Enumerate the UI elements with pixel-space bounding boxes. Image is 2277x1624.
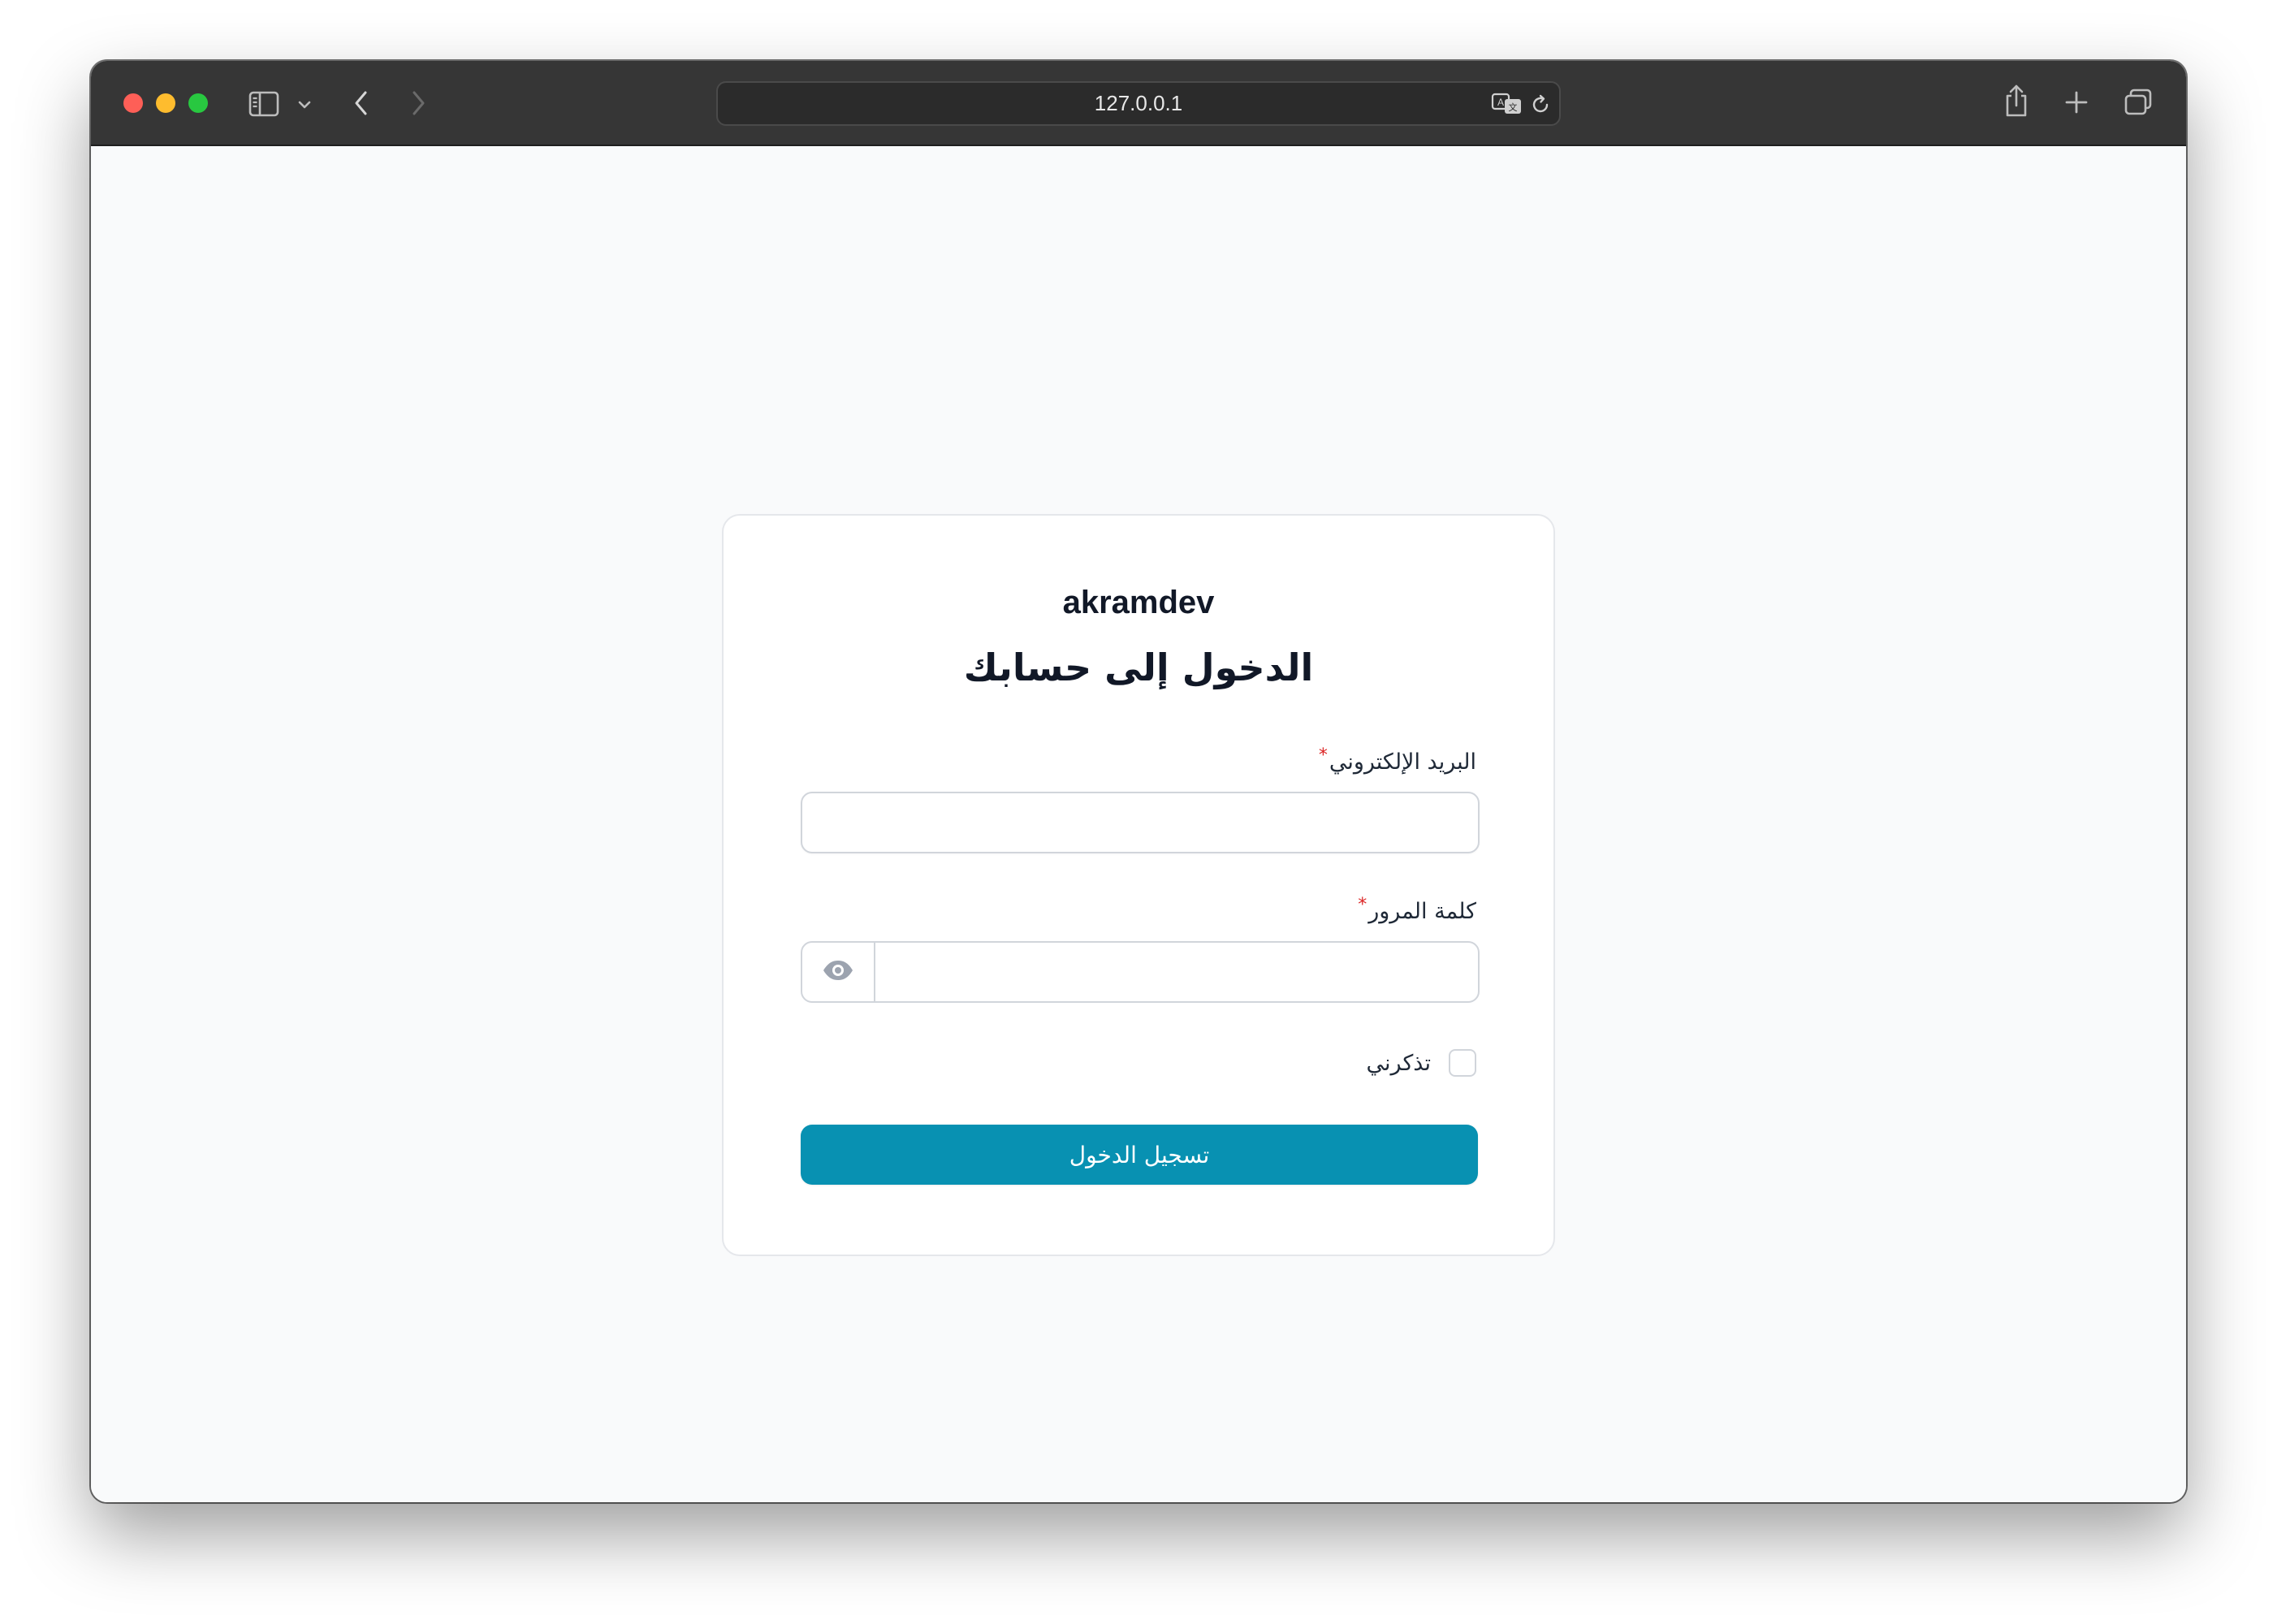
page-title: الدخول إلى حسابك	[963, 646, 1314, 689]
email-label: البريد الإلكتروني	[1329, 749, 1476, 775]
email-input[interactable]	[802, 793, 1478, 852]
email-label-row: البريد الإلكتروني*	[1319, 745, 1476, 775]
chevron-left-icon[interactable]	[349, 87, 374, 119]
login-card: akramdev الدخول إلى حسابك البريد الإلكتر…	[722, 514, 1555, 1256]
plus-icon[interactable]	[2063, 89, 2090, 116]
password-label: كلمة المرور	[1368, 899, 1476, 924]
translate-icon[interactable]: A 文	[1491, 91, 1523, 117]
close-window-button[interactable]	[123, 93, 143, 113]
chevron-down-icon[interactable]	[296, 97, 313, 113]
share-icon[interactable]	[2002, 82, 2031, 119]
screen: 127.0.0.1 A 文 akramdev الدخول إلى حسابك …	[0, 0, 2277, 1624]
chevron-right-icon[interactable]	[406, 87, 430, 119]
tabs-icon[interactable]	[2123, 87, 2154, 118]
zoom-window-button[interactable]	[188, 93, 208, 113]
password-label-row: كلمة المرور*	[1358, 895, 1476, 924]
login-button[interactable]: تسجيل الدخول	[801, 1125, 1478, 1185]
browser-toolbar: 127.0.0.1 A 文	[91, 61, 2186, 146]
remember-me-row: تذكرني	[1367, 1049, 1476, 1077]
page-content: akramdev الدخول إلى حسابك البريد الإلكتر…	[91, 146, 2186, 1502]
minimize-window-button[interactable]	[156, 93, 175, 113]
email-field[interactable]	[801, 792, 1480, 853]
browser-window: 127.0.0.1 A 文 akramdev الدخول إلى حسابك …	[91, 61, 2186, 1502]
reload-icon[interactable]	[1528, 93, 1553, 117]
password-field	[801, 941, 1480, 1003]
brand-name: akramdev	[1062, 585, 1215, 620]
url-text: 127.0.0.1	[1094, 91, 1183, 115]
required-mark: *	[1318, 745, 1328, 766]
password-input[interactable]	[875, 943, 1478, 1001]
sidebar-icon[interactable]	[248, 90, 280, 118]
remember-me-checkbox[interactable]	[1449, 1049, 1476, 1077]
eye-icon	[822, 959, 854, 985]
svg-text:文: 文	[1509, 102, 1518, 113]
show-password-button[interactable]	[802, 943, 875, 1001]
svg-text:A: A	[1497, 97, 1504, 108]
address-bar[interactable]: 127.0.0.1 A 文	[716, 81, 1561, 126]
remember-me-label[interactable]: تذكرني	[1367, 1051, 1431, 1076]
required-mark: *	[1358, 895, 1367, 915]
